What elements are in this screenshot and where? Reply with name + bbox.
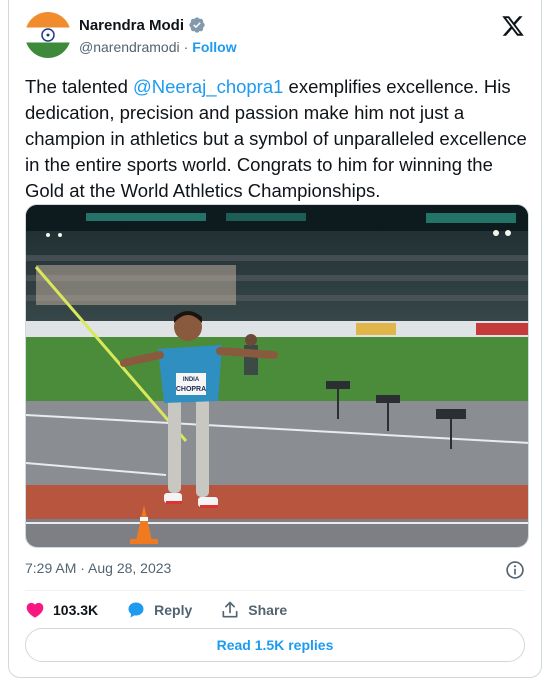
share-button[interactable]: Share xyxy=(220,600,287,620)
avatar[interactable] xyxy=(25,12,71,58)
x-logo-icon[interactable] xyxy=(501,14,525,38)
share-label: Share xyxy=(248,602,288,618)
tweet-photo[interactable]: INDIA CHOPRA xyxy=(25,204,529,548)
author-names: Narendra Modi @narendramodi · Follow xyxy=(79,15,237,57)
bib-name-text: CHOPRA xyxy=(176,386,206,393)
follow-button[interactable]: Follow xyxy=(192,39,236,55)
mention-link[interactable]: @Neeraj_chopra1 xyxy=(133,76,283,97)
author-display-name[interactable]: Narendra Modi xyxy=(79,17,184,34)
athlete-photo-illustration: INDIA CHOPRA xyxy=(26,205,528,547)
like-button[interactable]: 103.3K xyxy=(25,600,98,620)
divider xyxy=(25,590,525,591)
info-icon[interactable] xyxy=(505,560,525,580)
reply-bubble-icon xyxy=(128,602,144,618)
tweet-header: Narendra Modi @narendramodi · Follow xyxy=(25,12,525,62)
verified-badge-icon xyxy=(189,17,205,33)
read-replies-button[interactable]: Read 1.5K replies xyxy=(25,628,525,662)
reply-label: Reply xyxy=(154,602,193,618)
tweet-timestamp[interactable]: 7:29 AM · Aug 28, 2023 xyxy=(25,560,171,576)
heart-icon xyxy=(26,602,44,618)
ashoka-chakra-icon xyxy=(41,28,55,42)
like-count: 103.3K xyxy=(53,602,99,618)
tweet-card: Narendra Modi @narendramodi · Follow The… xyxy=(8,0,542,678)
reply-button[interactable]: Reply xyxy=(126,600,192,620)
action-bar: 103.3K Reply Share xyxy=(25,598,315,622)
share-icon xyxy=(222,601,238,618)
tweet-text: The talented @Neeraj_chopra1 exemplifies… xyxy=(25,74,531,204)
tweet-text-start: The talented xyxy=(25,76,133,97)
bib-country-text: INDIA xyxy=(183,377,200,383)
separator-dot: · xyxy=(183,39,189,55)
author-handle[interactable]: @narendramodi xyxy=(79,39,180,55)
